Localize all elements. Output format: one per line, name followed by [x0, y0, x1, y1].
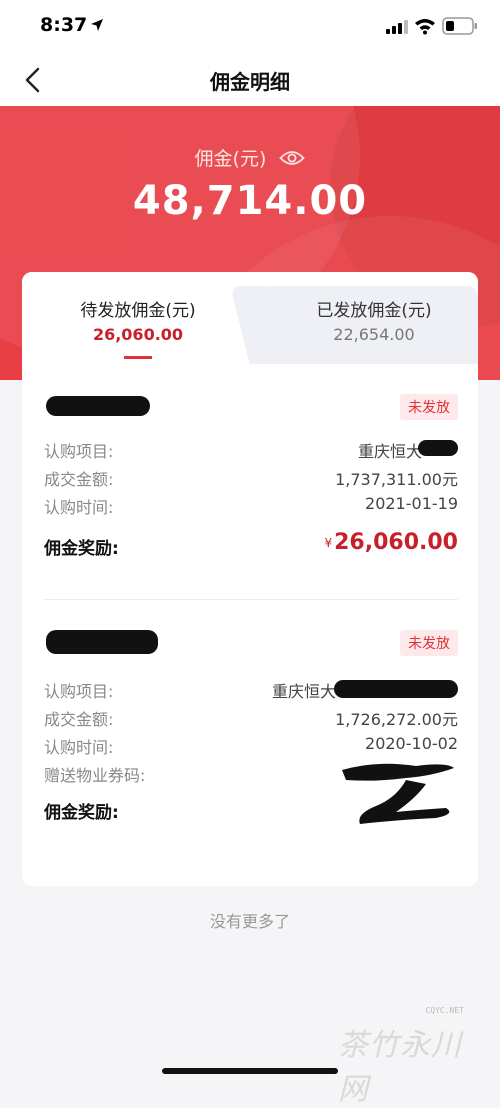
home-indicator[interactable] — [162, 1068, 338, 1074]
battery-icon — [442, 17, 477, 35]
row-value: 1,726,272.00元 — [335, 710, 458, 729]
reward-amount: 26,060.00 — [334, 530, 458, 555]
status-time: 8:37 — [40, 14, 88, 36]
signal-icon — [386, 20, 408, 34]
commission-tabs: 待发放佣金(元) 26,060.00 已发放佣金(元) 22,654.00 — [22, 272, 478, 364]
row-label: 成交金额: — [44, 710, 114, 729]
row-label: 赠送物业券码: — [44, 766, 146, 785]
record-divider — [44, 599, 458, 600]
redacted-project-name — [334, 680, 458, 698]
commission-record: 未发放 认购项目: 重庆恒大 成交金额: 1,726,272.00元 认购时间:… — [44, 618, 458, 828]
reward-value: ¥26,060.00 — [324, 530, 458, 555]
commission-card: 待发放佣金(元) 26,060.00 已发放佣金(元) 22,654.00 未发… — [22, 272, 478, 886]
record-row-date: 认购时间: 2020-10-02 — [44, 730, 458, 758]
row-label: 成交金额: — [44, 470, 114, 489]
eye-icon[interactable] — [279, 149, 306, 167]
nav-bar: 佣金明细 — [0, 54, 500, 106]
active-tab-indicator — [124, 356, 152, 359]
watermark-text: 茶竹永川网 — [338, 1028, 462, 1107]
record-row-project: 认购项目: 重庆恒大 — [44, 434, 458, 462]
row-value: 重庆恒大 — [271, 682, 336, 701]
row-value: 2021-01-19 — [365, 494, 458, 513]
watermark-url: CQYC.NET — [425, 1006, 464, 1015]
record-row-amount: 成交金额: 1,726,272.00元 — [44, 702, 458, 730]
page-title: 佣金明细 — [210, 70, 290, 94]
row-label: 认购时间: — [44, 498, 114, 517]
wifi-icon — [415, 19, 435, 35]
record-row-date: 认购时间: 2021-01-19 — [44, 490, 458, 518]
tab-amount: 22,654.00 — [333, 325, 415, 344]
tab-label: 已发放佣金(元) — [316, 301, 432, 321]
no-more-text: 没有更多了 — [209, 912, 290, 931]
redacted-customer-name — [46, 396, 150, 416]
location-arrow-icon — [91, 19, 103, 31]
row-value: 重庆恒大 — [357, 442, 422, 461]
total-commission-label: 佣金(元) — [194, 148, 267, 170]
row-value: 1,737,311.00元 — [335, 470, 458, 489]
tab-pending-commission[interactable]: 待发放佣金(元) 26,060.00 — [22, 296, 254, 344]
row-value: 2020-10-02 — [365, 734, 458, 753]
redacted-project-name — [418, 440, 458, 456]
total-commission-label-row: 佣金(元) — [0, 144, 500, 171]
record-row-amount: 成交金额: 1,737,311.00元 — [44, 462, 458, 490]
row-label: 认购项目: — [44, 442, 114, 461]
tab-label: 待发放佣金(元) — [80, 301, 196, 321]
redacted-customer-name — [46, 630, 158, 654]
record-row-project: 认购项目: 重庆恒大 — [44, 674, 458, 702]
total-commission-amount: 48,714.00 — [132, 178, 368, 224]
status-bar: 8:37 — [0, 0, 500, 54]
site-watermark: CQYC.NET 茶竹永川网 — [330, 1006, 480, 1107]
redacted-voucher-and-reward — [342, 763, 454, 824]
currency-symbol: ¥ — [324, 536, 333, 550]
commission-record: 未发放 认购项目: 重庆恒大 成交金额: 1,737,311.00元 认购时间:… — [44, 382, 458, 572]
tab-paid-commission[interactable]: 已发放佣金(元) 22,654.00 — [270, 296, 478, 344]
row-label: 认购项目: — [44, 682, 114, 701]
status-badge: 未发放 — [400, 394, 458, 420]
record-row-reward: 佣金奖励: ¥26,060.00 — [44, 530, 458, 562]
status-badge: 未发放 — [400, 630, 458, 656]
tab-amount: 26,060.00 — [92, 325, 184, 344]
reward-label: 佣金奖励: — [44, 803, 119, 823]
row-label: 认购时间: — [44, 738, 114, 757]
reward-label: 佣金奖励: — [44, 539, 119, 559]
